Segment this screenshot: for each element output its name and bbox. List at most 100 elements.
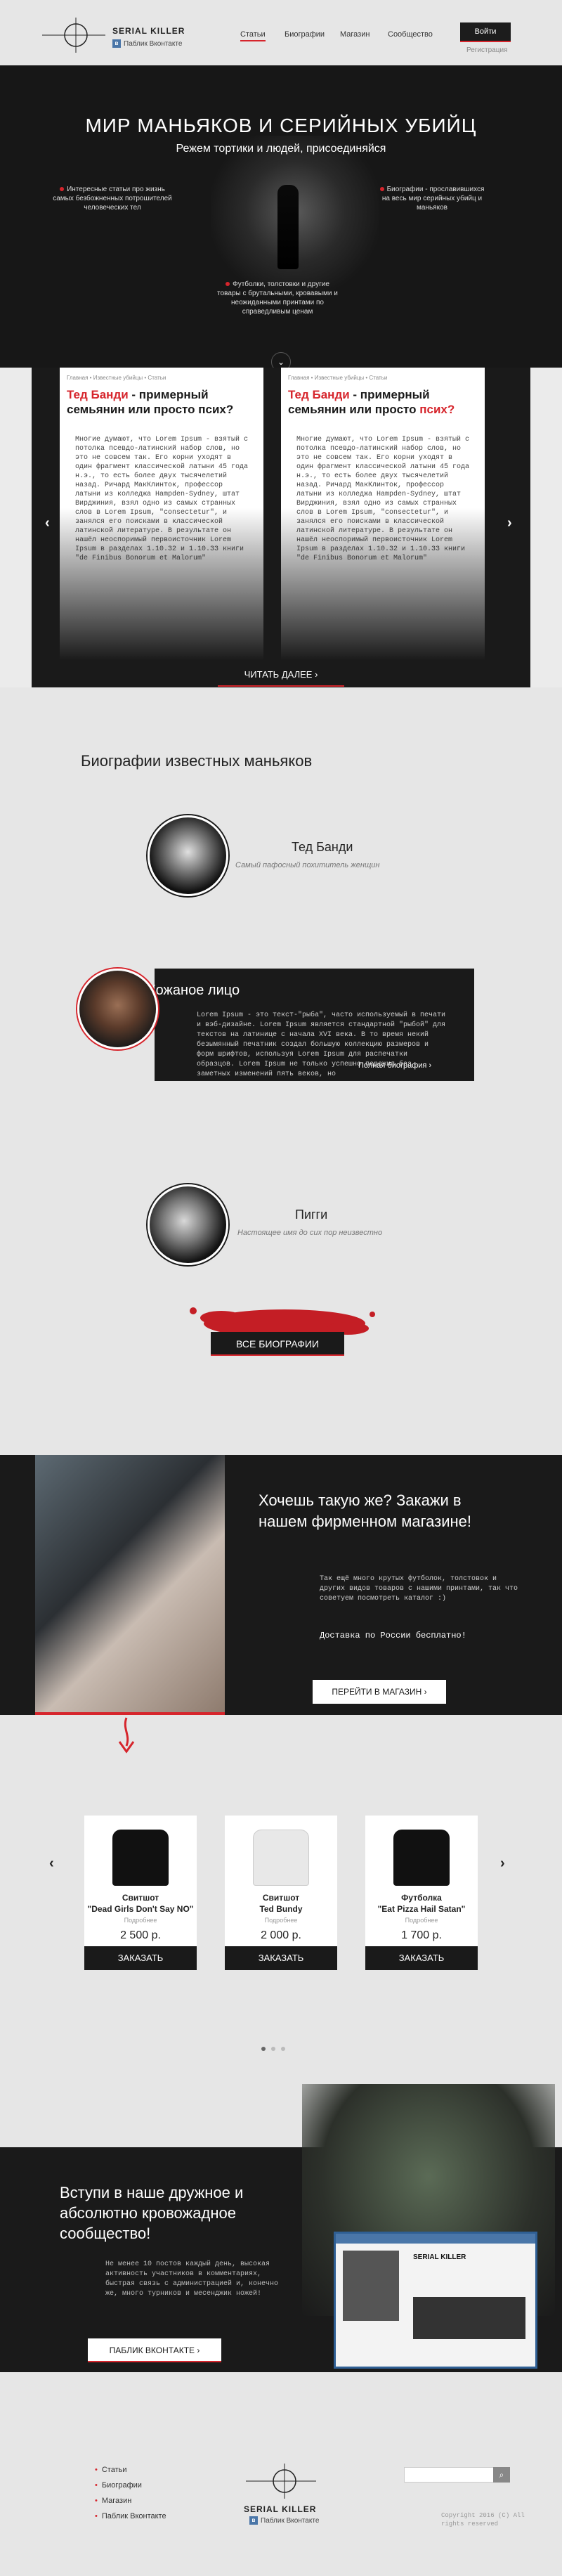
product-image[interactable]: [112, 1830, 169, 1886]
bio-name[interactable]: Кожаное лицо: [148, 983, 240, 999]
footer-vk-label: Паблик Вконтакте: [261, 2516, 320, 2525]
footer-link-label: Биографии: [101, 2481, 142, 2490]
vk-link[interactable]: в Паблик Вконтакте: [112, 39, 182, 48]
footer-link-label: Статьи: [101, 2466, 127, 2474]
footer-vk-link[interactable]: в Паблик Вконтакте: [249, 2516, 319, 2525]
piggy-avatar[interactable]: [148, 1184, 228, 1265]
order-button[interactable]: ЗАКАЗАТЬ: [365, 1946, 478, 1970]
community-title: Вступи в наше дружное и абсолютно кровож…: [60, 2184, 244, 2242]
nav-community[interactable]: Сообщество: [388, 30, 433, 39]
community-text: Не менее 10 постов каждый день, высокая …: [105, 2260, 279, 2298]
arrow-down-icon: [118, 1717, 135, 1754]
bio-subtitle: Настоящее имя до сих пор неизвестно: [237, 1229, 383, 1237]
hero-note-bios: Биографии - прославившихся на весь мир с…: [379, 185, 485, 212]
bullet-dot-icon: •: [95, 2497, 98, 2505]
article-title[interactable]: Тед Банди - примерный семьянин или прост…: [288, 387, 478, 417]
product-image[interactable]: [253, 1830, 309, 1886]
footer-logo-text[interactable]: SERIAL KILLER: [244, 2504, 316, 2514]
vk-avatar: [343, 2251, 399, 2321]
article-title-name: Тед Банди: [288, 388, 350, 401]
shop-promo-section: Хочешь такую же? Закажи в нашем фирменно…: [0, 1455, 562, 1715]
product-details-link[interactable]: Подробнее: [225, 1917, 337, 1924]
product-price: 1 700 р.: [401, 1929, 442, 1941]
products-prev-icon[interactable]: ‹: [49, 1856, 54, 1872]
footer-link-shop[interactable]: • Магазин: [95, 2497, 131, 2505]
bios-section-title: Биографии известных маньяков: [81, 752, 313, 770]
hero-note-shop-text: Футболки, толстовки и другие товары с бр…: [217, 280, 338, 316]
crosshair-logo-icon[interactable]: [246, 2460, 316, 2502]
product-card[interactable]: Футболка "Eat Pizza Hail Satan" Подробне…: [365, 1816, 478, 1970]
read-more-button[interactable]: ЧИТАТЬ ДАЛЕЕ ›: [218, 664, 344, 687]
article-fade: [281, 508, 485, 687]
bullet-dot-icon: •: [95, 2512, 98, 2520]
go-to-shop-label: ПЕРЕЙТИ В МАГАЗИН: [332, 1687, 422, 1697]
product-image[interactable]: [393, 1830, 450, 1886]
shipping-note: Доставка по России бесплатно!: [320, 1631, 466, 1640]
product-name: "Eat Pizza Hail Satan": [377, 1904, 466, 1914]
product-type: Свитшот: [122, 1893, 159, 1903]
bullet-dot-icon: •: [95, 2481, 98, 2490]
carousel-dot[interactable]: [281, 2047, 285, 2051]
slider-next-icon[interactable]: ›: [507, 515, 512, 531]
vk-page-screenshot: SERIAL KILLER: [334, 2232, 537, 2369]
nav-articles[interactable]: Статьи: [240, 30, 266, 41]
vk-link-label: Паблик Вконтакте: [124, 39, 183, 48]
order-button[interactable]: ЗАКАЗАТЬ: [84, 1946, 197, 1970]
product-details-link[interactable]: Подробнее: [84, 1917, 197, 1924]
chevron-right-icon: ›: [197, 2345, 200, 2355]
leatherface-avatar[interactable]: [77, 969, 158, 1049]
order-button[interactable]: ЗАКАЗАТЬ: [225, 1946, 337, 1970]
go-to-shop-button[interactable]: ПЕРЕЙТИ В МАГАЗИН ›: [313, 1680, 446, 1704]
carousel-dot[interactable]: [261, 2047, 266, 2051]
nav-shop[interactable]: Магазин: [340, 30, 370, 39]
shop-promo-title: Хочешь такую же? Закажи в нашем фирменно…: [259, 1491, 472, 1530]
vk-topbar: [336, 2234, 535, 2244]
article-title[interactable]: Тед Банди - примерный семьянин или прост…: [67, 387, 256, 417]
carousel-dot[interactable]: [271, 2047, 275, 2051]
carousel-dots: [261, 2047, 285, 2051]
product-card[interactable]: Свитшот Ted Bundy Подробнее 2 000 р. ЗАК…: [225, 1816, 337, 1970]
article-fade: [60, 508, 263, 687]
footer-link-articles[interactable]: • Статьи: [95, 2466, 127, 2474]
product-price: 2 000 р.: [261, 1929, 301, 1941]
bullet-dot-icon: [379, 187, 384, 191]
read-more-label: ЧИТАТЬ ДАЛЕЕ: [244, 669, 313, 680]
footer-link-label: Паблик Вконтакте: [101, 2512, 166, 2520]
register-link[interactable]: Регистрация: [466, 46, 507, 54]
login-button[interactable]: Войти: [460, 22, 511, 42]
all-bios-button[interactable]: ВСЕ БИОГРАФИИ: [211, 1332, 344, 1356]
footer-link-biographies[interactable]: • Биографии: [95, 2481, 142, 2490]
scroll-down-icon[interactable]: ⌄: [271, 352, 291, 368]
vk-public-button[interactable]: ПАБЛИК ВКОНТАКТЕ ›: [88, 2338, 221, 2362]
logo-text[interactable]: SERIAL KILLER: [112, 26, 185, 36]
article-card[interactable]: Главная • Известные убийцы • Статьи Тед …: [60, 368, 263, 687]
nav-biographies[interactable]: Биографии: [285, 30, 325, 39]
breadcrumb: Главная • Известные убийцы • Статьи: [67, 375, 166, 381]
article-title-end: псих?: [419, 403, 455, 416]
product-name: Ted Bundy: [259, 1904, 303, 1914]
slider-prev-icon[interactable]: ‹: [45, 515, 50, 531]
ted-bundy-avatar[interactable]: [148, 815, 228, 896]
product-price: 2 500 р.: [120, 1929, 161, 1941]
article-card[interactable]: Главная • Известные убийцы • Статьи Тед …: [281, 368, 485, 687]
hero-silhouette: [277, 185, 299, 269]
chevron-right-icon: ›: [424, 1687, 427, 1697]
footer-link-vk[interactable]: • Паблик Вконтакте: [95, 2512, 166, 2520]
bullet-dot-icon: [226, 282, 230, 286]
hero-section: МИР МАНЬЯКОВ И СЕРИЙНЫХ УБИЙЦ Режем торт…: [0, 65, 562, 368]
crosshair-logo-icon[interactable]: [42, 14, 105, 56]
chevron-right-icon: ›: [315, 669, 318, 680]
product-card[interactable]: Свитшот "Dead Girls Don't Say NO" Подроб…: [84, 1816, 197, 1970]
bullet-dot-icon: •: [95, 2466, 98, 2474]
full-bio-link[interactable]: Полная биография ›: [358, 1061, 431, 1070]
product-type: Футболка: [401, 1893, 442, 1903]
bullet-dot-icon: [60, 187, 65, 191]
product-details-link[interactable]: Подробнее: [365, 1917, 478, 1924]
full-bio-label: Полная биография: [358, 1061, 427, 1070]
bio-name[interactable]: Тед Банди: [292, 840, 353, 855]
search-icon[interactable]: ⌕: [493, 2467, 510, 2483]
shop-promo-text: Так ещё много крутых футболок, толстовок…: [320, 1575, 518, 1603]
bio-name[interactable]: Пигги: [295, 1208, 327, 1222]
hero-note-articles-text: Интересные статьи про жизнь самых безбож…: [53, 186, 172, 212]
products-next-icon[interactable]: ›: [500, 1856, 505, 1872]
